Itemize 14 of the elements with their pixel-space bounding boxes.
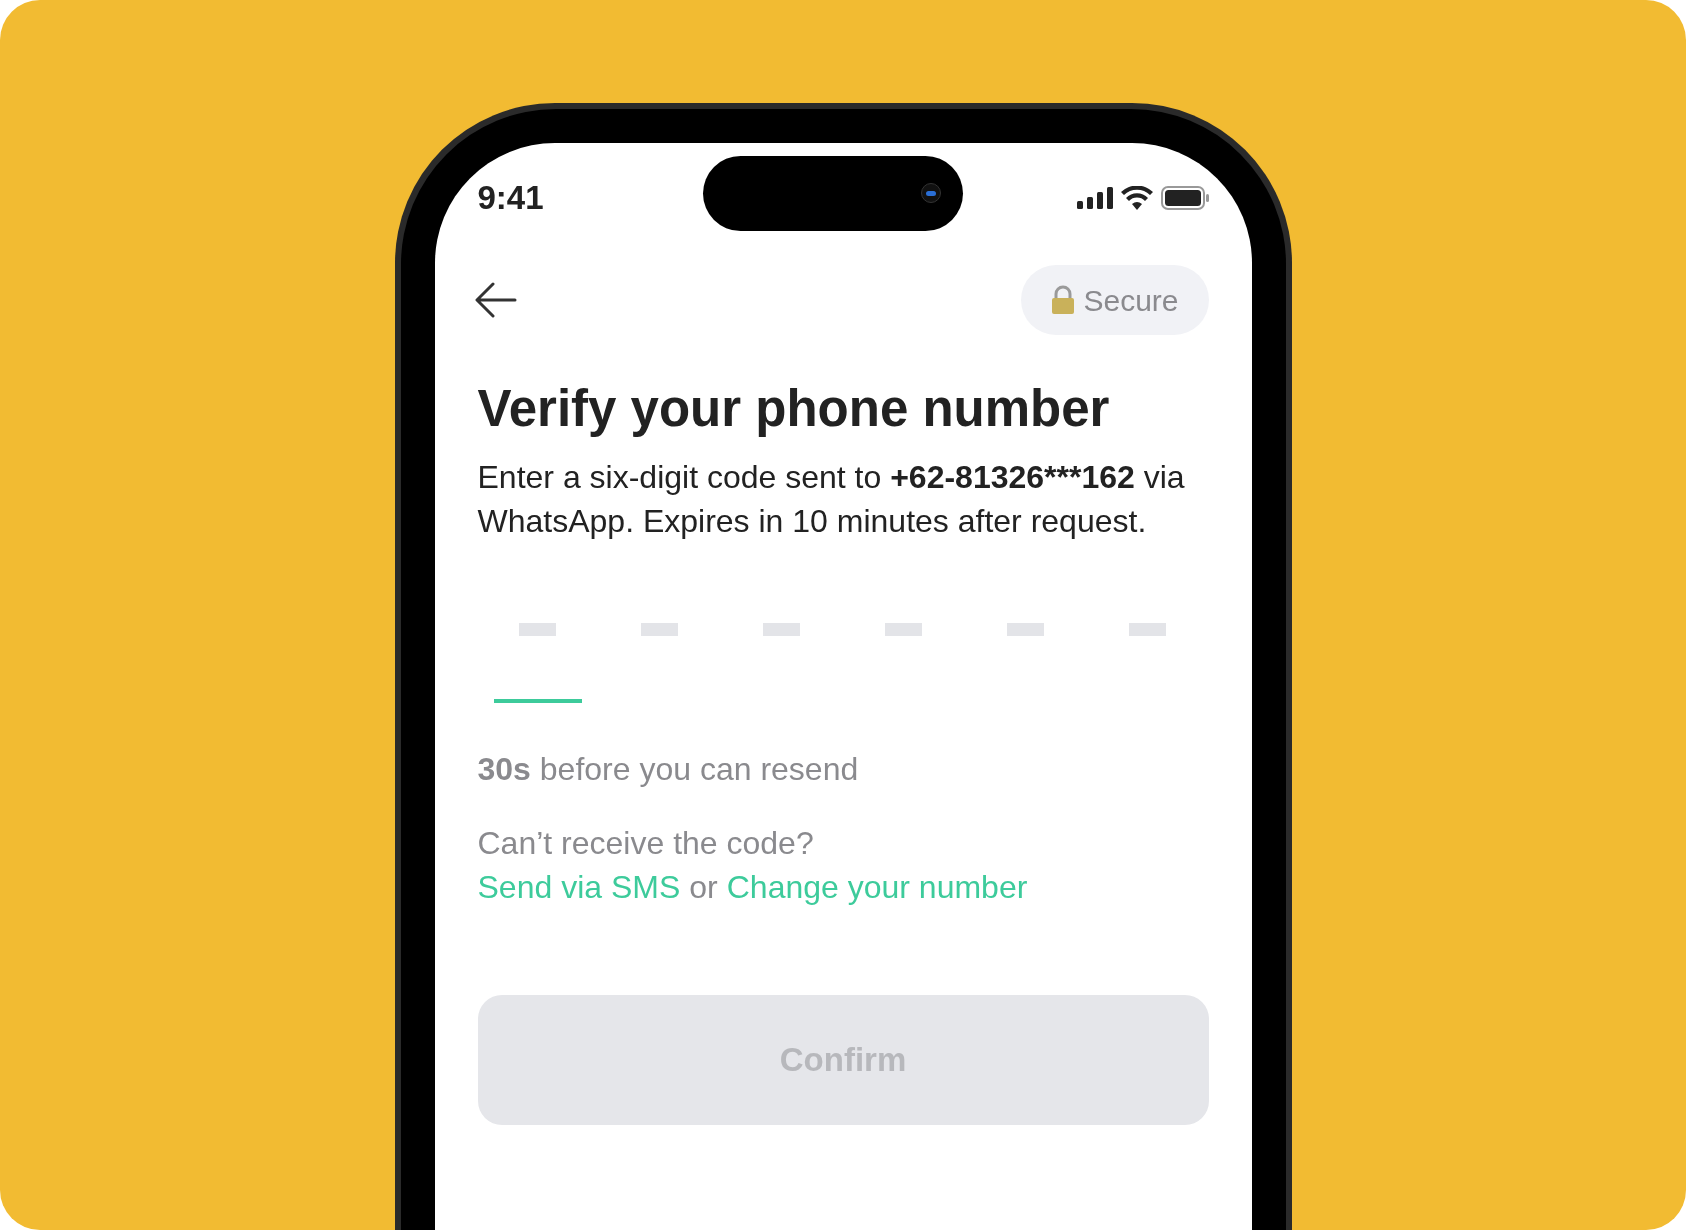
page-title: Verify your phone number <box>477 379 1111 439</box>
wifi-icon <box>1120 186 1153 210</box>
back-arrow-icon <box>474 282 517 318</box>
or-text: or <box>689 867 718 907</box>
instruction-text: Enter a six-digit code sent to +62-81326***162 via WhatsApp. Expires in 10 minutes after request. <box>477 457 1186 541</box>
resend-countdown: 30s before you can resend <box>477 749 860 789</box>
padlock-icon <box>1051 285 1076 315</box>
send-sms-link[interactable]: Send via SMS <box>477 864 681 909</box>
change-number-link[interactable]: Change your number <box>726 864 1028 909</box>
signal-icon <box>1076 187 1113 209</box>
secure-label: Secure <box>1083 282 1179 319</box>
status-time: 9:41 <box>477 178 545 219</box>
help-question: Can’t receive the code? <box>477 823 815 863</box>
battery-icon <box>1160 186 1209 210</box>
